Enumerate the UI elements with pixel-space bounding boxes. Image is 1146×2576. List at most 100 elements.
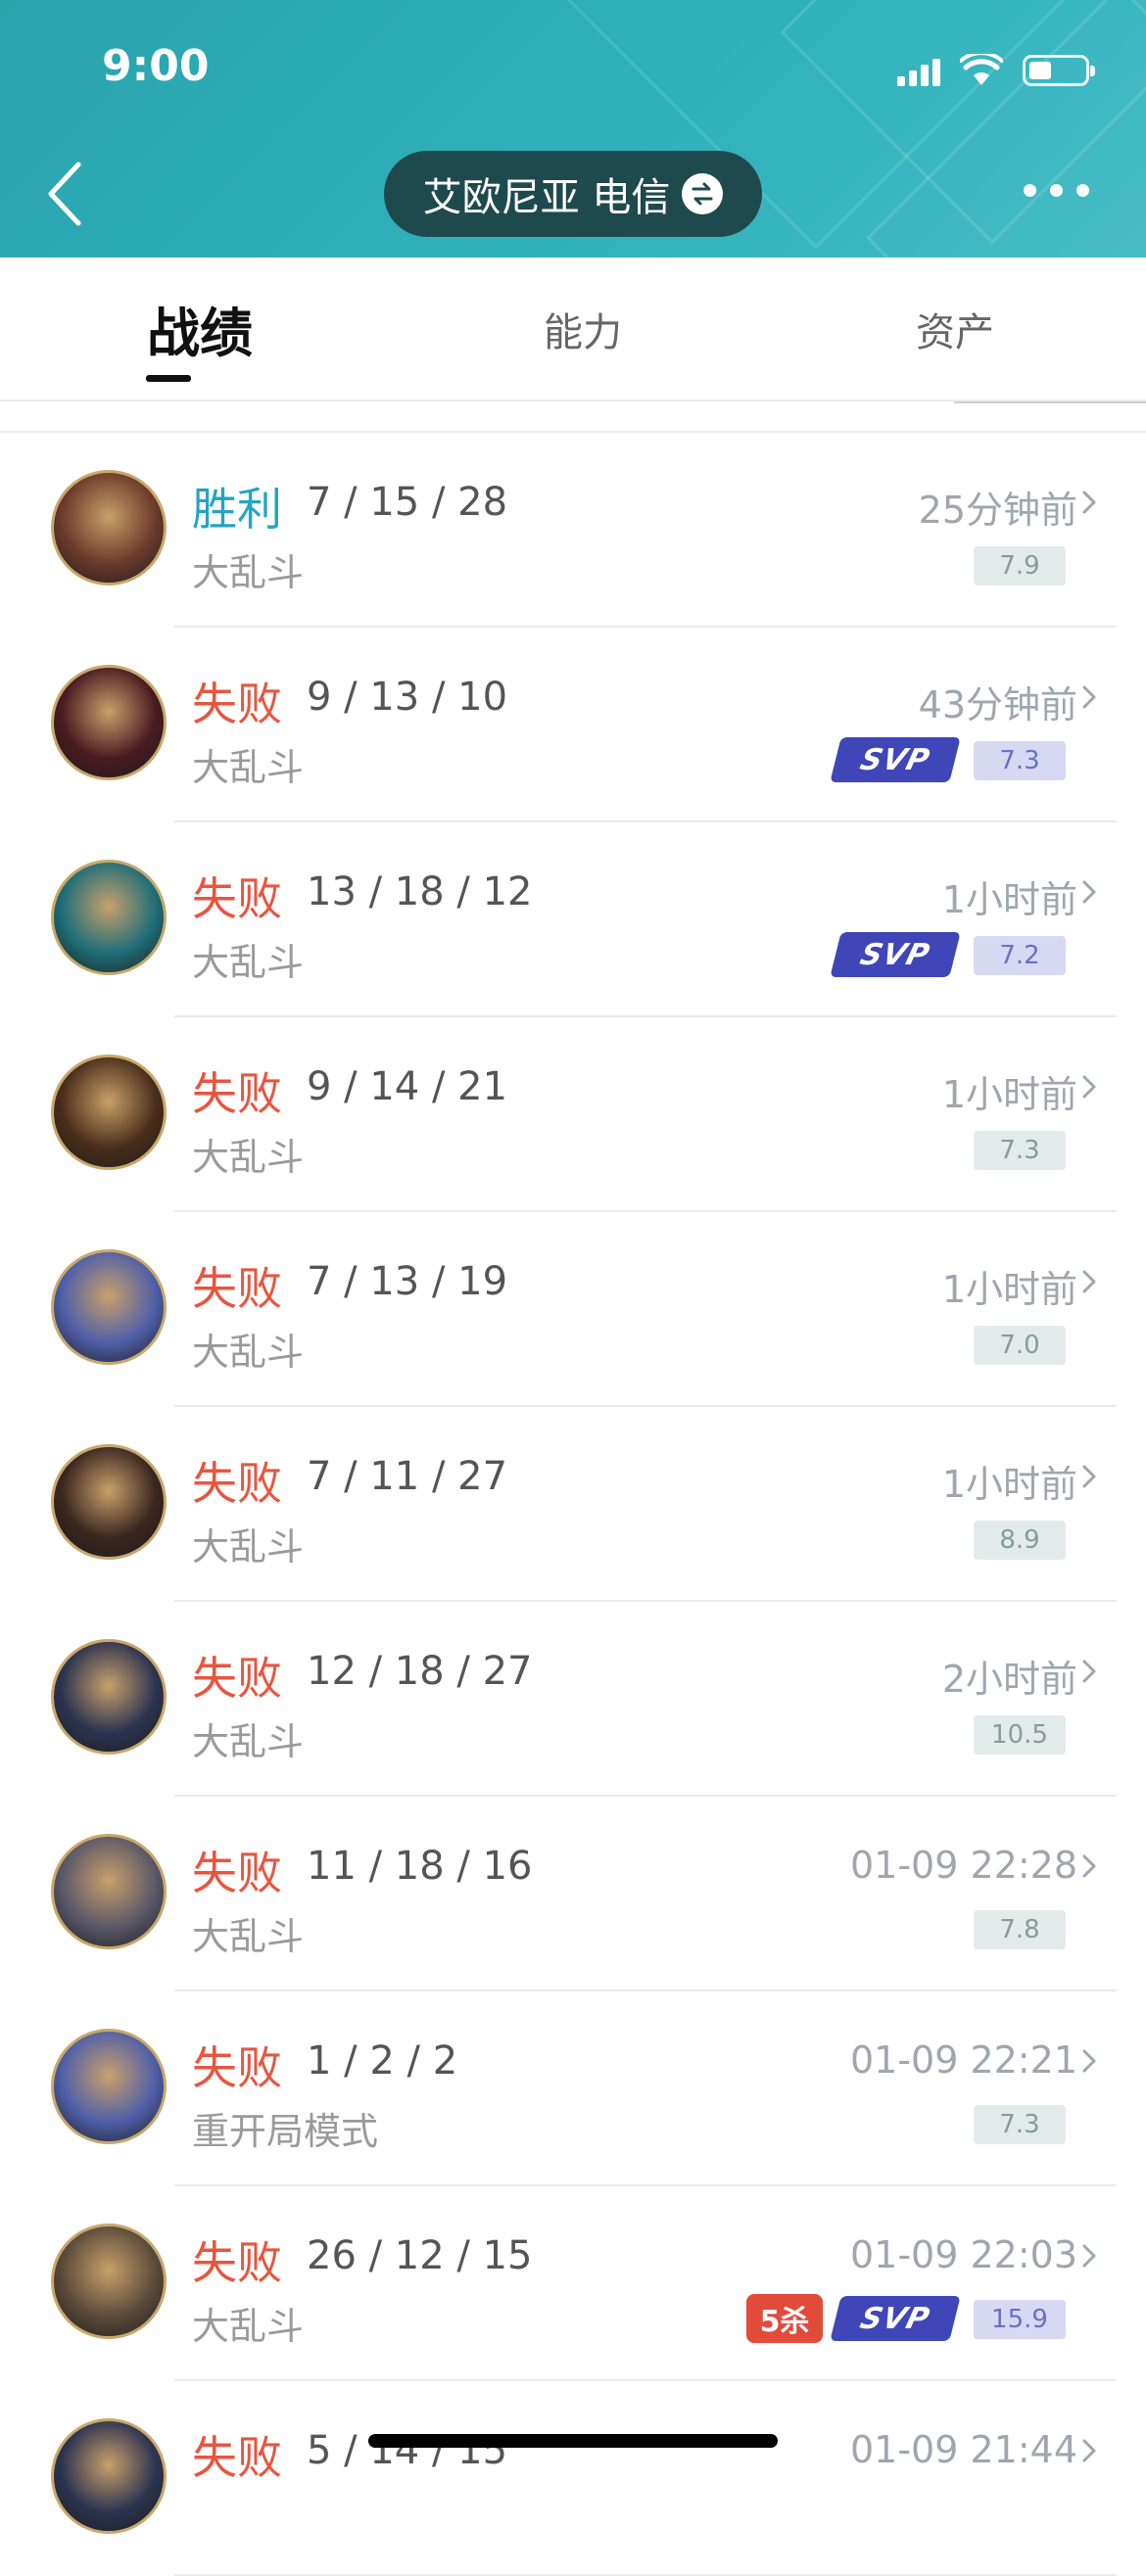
match-mode: 大乱斗: [192, 1720, 305, 1763]
champion-avatar: [51, 1249, 167, 1365]
match-result: 失败: [192, 872, 282, 925]
champion-avatar: [51, 1834, 167, 1949]
penta-kill-badge: 5杀: [746, 2294, 823, 2343]
svp-badge: SVP: [830, 737, 961, 782]
more-dot: [1076, 184, 1089, 197]
more-button[interactable]: [1024, 184, 1089, 197]
match-score: 7.0: [974, 1326, 1066, 1365]
match-kda: 12 / 18 / 27: [307, 1649, 533, 1694]
match-kda: 11 / 18 / 16: [307, 1844, 533, 1889]
chevron-right-icon: [1082, 1854, 1096, 1878]
match-mode: 大乱斗: [192, 1331, 305, 1374]
tab-assets[interactable]: 资产: [862, 258, 1048, 399]
match-time: 25分钟前: [918, 489, 1077, 532]
match-time: 1小时前: [941, 1463, 1077, 1506]
match-row[interactable]: 失败 1 / 2 / 2 重开局模式 01-09 22:21 7.3: [0, 1991, 1146, 2186]
match-result: 失败: [192, 2041, 282, 2094]
match-kda: 26 / 12 / 15: [307, 2233, 533, 2278]
match-mode: 大乱斗: [192, 1525, 305, 1569]
match-row[interactable]: 失败 9 / 13 / 10 大乱斗 43分钟前 7.3 SVP: [0, 628, 1146, 822]
match-row[interactable]: 失败 12 / 18 / 27 大乱斗 2小时前 10.5: [0, 1602, 1146, 1797]
match-mode: 大乱斗: [192, 1915, 305, 1958]
home-indicator[interactable]: [368, 2434, 778, 2448]
match-time: 01-09 22:03: [849, 2233, 1077, 2276]
match-score: 10.5: [974, 1715, 1066, 1755]
match-row[interactable]: 失败 9 / 14 / 21 大乱斗 1小时前 7.3: [0, 1017, 1146, 1212]
cellular-signal-icon: [897, 55, 940, 86]
match-row[interactable]: 失败 13 / 18 / 12 大乱斗 1小时前 7.2 SVP: [0, 822, 1146, 1017]
chevron-right-icon: [1082, 2439, 1096, 2462]
match-score: 7.8: [974, 1910, 1066, 1949]
match-row[interactable]: 胜利 7 / 15 / 28 大乱斗 25分钟前 7.9: [0, 433, 1146, 628]
match-kda: 1 / 2 / 2: [307, 2038, 458, 2084]
match-row[interactable]: 失败 11 / 18 / 16 大乱斗 01-09 22:28 7.8: [0, 1797, 1146, 1991]
server-switch-button[interactable]: 艾欧尼亚 电信: [384, 151, 762, 237]
tab-ability[interactable]: 能力: [490, 258, 676, 399]
match-list: 胜利 7 / 15 / 28 大乱斗 25分钟前 7.9 失败 9 / 13 / 10 大乱斗…: [0, 433, 1146, 2576]
match-score: 7.3: [974, 741, 1066, 780]
battery-icon: [1023, 55, 1095, 86]
match-kda: 9 / 14 / 21: [307, 1064, 508, 1109]
chevron-right-icon: [1082, 1075, 1096, 1099]
match-score: 7.3: [974, 1131, 1066, 1170]
champion-avatar: [51, 1054, 167, 1170]
match-time: 1小时前: [941, 1268, 1077, 1311]
champion-avatar: [51, 2418, 167, 2534]
tab-divider: [954, 401, 1146, 403]
champion-avatar: [51, 470, 167, 585]
champion-avatar: [51, 2029, 167, 2144]
chevron-right-icon: [1082, 491, 1096, 514]
champion-avatar: [51, 1639, 167, 1755]
match-score: 7.2: [974, 936, 1066, 975]
chevron-right-icon: [1082, 685, 1096, 709]
top-header: 9:00 艾欧尼亚 电信: [0, 0, 1146, 258]
match-result: 胜利: [192, 483, 282, 536]
chevron-right-icon: [1082, 1660, 1096, 1683]
match-kda: 13 / 18 / 12: [307, 869, 533, 914]
match-result: 失败: [192, 2431, 282, 2484]
chevron-right-icon: [1082, 1465, 1096, 1488]
match-score: 7.9: [974, 546, 1066, 585]
status-time: 9:00: [102, 41, 210, 91]
match-result: 失败: [192, 1847, 282, 1899]
match-row[interactable]: 失败 26 / 12 / 15 大乱斗 01-09 22:03 15.9 SVP 5杀: [0, 2186, 1146, 2381]
match-mode: 大乱斗: [192, 941, 305, 984]
match-kda: 7 / 11 / 27: [307, 1454, 508, 1499]
match-kda: 7 / 15 / 28: [307, 480, 508, 525]
match-kda: 7 / 13 / 19: [307, 1259, 508, 1304]
more-dot: [1024, 184, 1036, 197]
chevron-right-icon: [1082, 1270, 1096, 1293]
svp-badge: SVP: [830, 2296, 961, 2341]
match-mode: 大乱斗: [192, 1136, 305, 1179]
status-icons: [897, 51, 1095, 90]
server-name: 艾欧尼亚 电信: [422, 175, 671, 220]
match-result: 失败: [192, 1652, 282, 1705]
chevron-right-icon: [1082, 880, 1096, 904]
active-tab-indicator: [146, 375, 191, 382]
match-result: 失败: [192, 678, 282, 730]
match-time: 1小时前: [941, 1073, 1077, 1116]
back-button[interactable]: [39, 155, 98, 233]
match-mode: 大乱斗: [192, 2305, 305, 2348]
svp-badge: SVP: [830, 932, 961, 977]
champion-avatar: [51, 860, 167, 975]
match-time: 01-09 22:21: [849, 2038, 1077, 2082]
match-time: 01-09 22:28: [849, 1844, 1077, 1887]
match-mode: 大乱斗: [192, 551, 305, 594]
match-score: 8.9: [974, 1521, 1066, 1560]
match-result: 失败: [192, 1067, 282, 1120]
champion-avatar: [51, 1444, 167, 1560]
chevron-right-icon: [1082, 2244, 1096, 2268]
swap-icon: [682, 173, 724, 214]
match-score: 7.3: [974, 2105, 1066, 2144]
match-mode: 重开局模式: [192, 2110, 379, 2153]
match-result: 失败: [192, 1262, 282, 1315]
match-row[interactable]: 失败 7 / 13 / 19 大乱斗 1小时前 7.0: [0, 1212, 1146, 1407]
match-time: 1小时前: [941, 878, 1077, 921]
champion-avatar: [51, 665, 167, 780]
match-time: 01-09 21:44: [849, 2428, 1077, 2471]
match-score: 15.9: [974, 2300, 1066, 2339]
match-time: 2小时前: [941, 1658, 1077, 1701]
match-result: 失败: [192, 1457, 282, 1510]
match-row[interactable]: 失败 7 / 11 / 27 大乱斗 1小时前 8.9: [0, 1407, 1146, 1602]
